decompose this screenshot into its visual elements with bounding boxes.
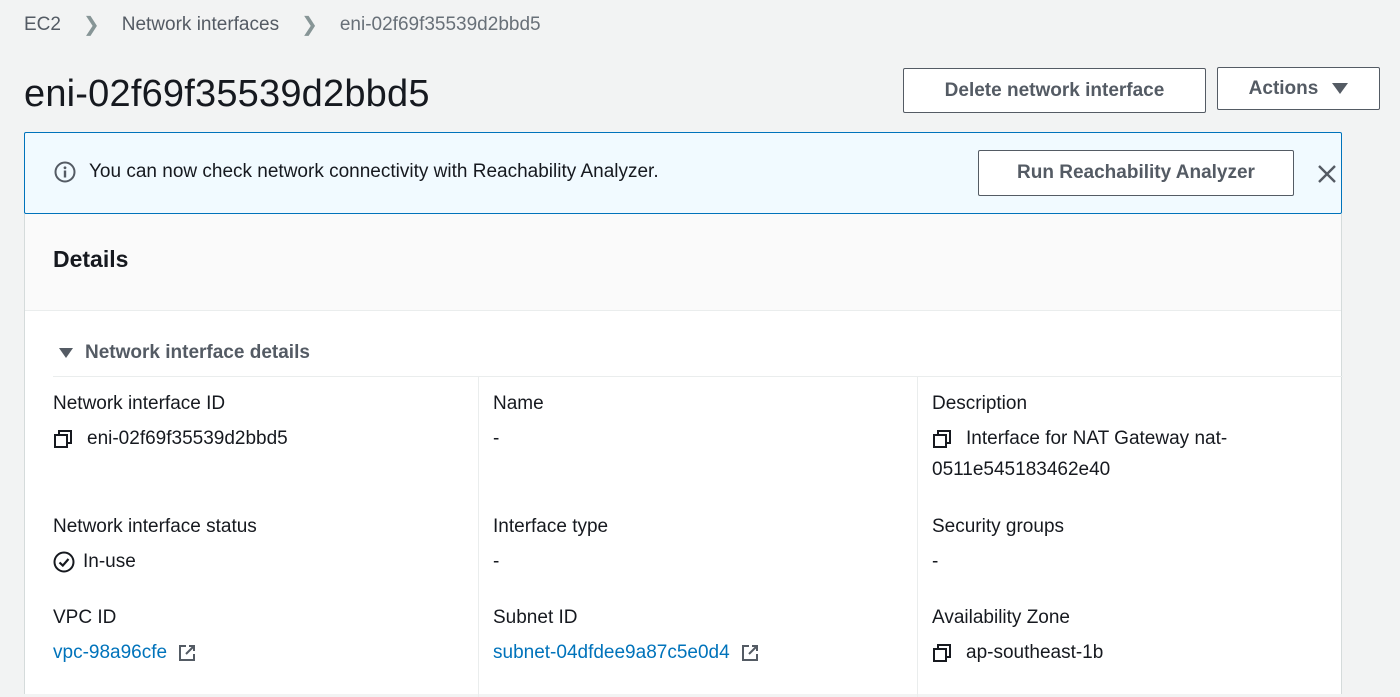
column-divider — [478, 377, 479, 697]
field-interface-type: Interface type - — [493, 515, 608, 577]
field-label: Subnet ID — [493, 607, 578, 628]
copy-icon[interactable] — [932, 429, 952, 449]
field-label: Security groups — [932, 516, 1065, 537]
field-value: ap-southeast-1b — [966, 642, 1104, 663]
field-label: Availability Zone — [932, 607, 1071, 628]
copy-icon[interactable] — [53, 429, 73, 449]
vpc-id-link[interactable]: vpc-98a96cfe — [53, 637, 167, 668]
field-security-groups: Security groups - — [932, 515, 1064, 577]
copy-icon[interactable] — [932, 643, 952, 663]
close-icon[interactable] — [1315, 162, 1339, 186]
field-label: Interface type — [493, 516, 609, 537]
field-value: - — [493, 551, 500, 572]
field-label: Network interface ID — [53, 393, 226, 414]
field-description: Description Interface for NAT Gateway na… — [932, 392, 1227, 485]
column-divider — [917, 377, 918, 697]
field-label: VPC ID — [53, 607, 117, 628]
breadcrumb-current: eni-02f69f35539d2bbd5 — [339, 13, 541, 35]
delete-network-interface-button[interactable]: Delete network interface — [903, 68, 1206, 113]
details-title: Details — [53, 246, 129, 272]
actions-dropdown-button[interactable]: Actions — [1217, 67, 1380, 110]
field-value: - — [932, 551, 939, 572]
field-value: - — [493, 428, 500, 449]
breadcrumb-network-interfaces[interactable]: Network interfaces — [122, 14, 279, 36]
field-network-interface-id: Network interface ID eni-02f69f35539d2bb… — [53, 392, 288, 454]
actions-label: Actions — [1248, 77, 1319, 99]
details-panel: Details Network interface details Networ… — [24, 214, 1343, 697]
field-subnet-id: Subnet ID subnet-04dfdee9a87c5e0d4 — [493, 606, 760, 668]
field-value: eni-02f69f35539d2bbd5 — [87, 428, 288, 449]
run-reachability-analyzer-button[interactable]: Run Reachability Analyzer — [978, 150, 1294, 196]
field-availability-zone: Availability Zone ap-southeast-1b — [932, 606, 1103, 668]
field-label: Network interface status — [53, 516, 257, 537]
caret-down-icon — [1332, 83, 1349, 94]
breadcrumb-separator-icon: ❯ — [301, 14, 318, 36]
description-line-2: 0511e545183462e40 — [932, 459, 1111, 480]
reachability-info-banner: You can now check network connectivity w… — [24, 132, 1342, 214]
page-title: eni-02f69f35539d2bbd5 — [24, 73, 430, 115]
info-icon — [54, 161, 76, 183]
breadcrumb-separator-icon: ❯ — [82, 14, 100, 36]
field-vpc-id: VPC ID vpc-98a96cfe — [53, 606, 197, 668]
field-value: In-use — [83, 551, 136, 572]
breadcrumb: EC2 ❯ Network interfaces ❯ eni-02f69f355… — [24, 12, 541, 37]
status-ok-icon — [53, 551, 75, 573]
description-line-1: Interface for NAT Gateway nat- — [966, 428, 1228, 449]
divider — [53, 376, 1343, 377]
expand-triangle-icon — [59, 348, 73, 358]
field-label: Description — [932, 393, 1028, 414]
field-network-interface-status: Network interface status In-use — [53, 515, 257, 577]
field-label: Name — [493, 393, 544, 414]
field-name: Name - — [493, 392, 544, 454]
subnet-id-link[interactable]: subnet-04dfdee9a87c5e0d4 — [493, 637, 730, 668]
network-interface-details-toggle[interactable]: Network interface details — [59, 342, 310, 364]
details-header: Details — [25, 214, 1341, 311]
banner-message: You can now check network connectivity w… — [89, 161, 659, 182]
section-label: Network interface details — [85, 342, 310, 363]
external-link-icon[interactable] — [740, 643, 760, 663]
breadcrumb-ec2[interactable]: EC2 — [24, 14, 61, 36]
external-link-icon[interactable] — [177, 643, 197, 663]
field-value: Interface for NAT Gateway nat- 0511e5451… — [932, 423, 1228, 485]
